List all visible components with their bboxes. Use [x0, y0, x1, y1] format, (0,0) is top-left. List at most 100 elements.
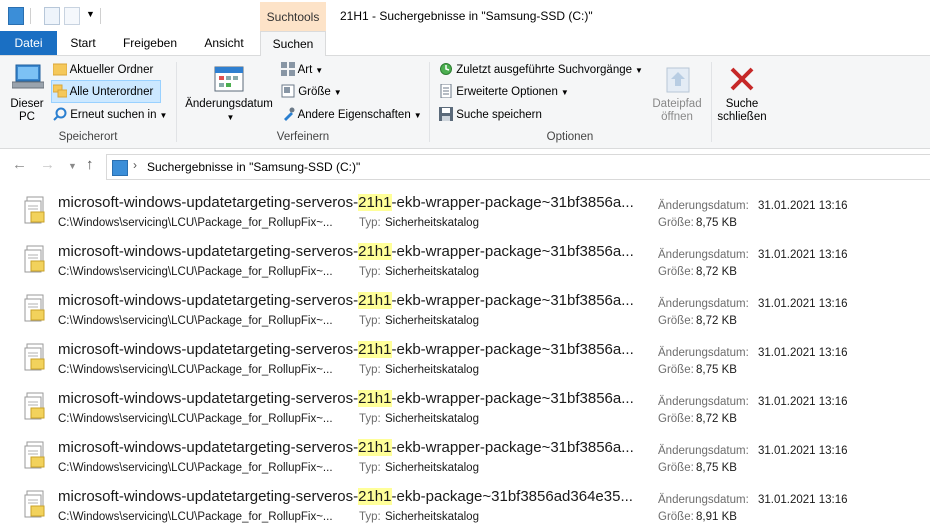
properties-icon[interactable]: [44, 7, 60, 25]
file-name-prefix: microsoft-windows-updatetargeting-server…: [58, 390, 359, 407]
window-title: 21H1 - Suchergebnisse in "Samsung-SSD (C…: [340, 9, 593, 23]
file-name[interactable]: microsoft-windows-updatetargeting-server…: [58, 341, 634, 358]
erneut-suchen-button[interactable]: Erneut suchen in ▼: [53, 107, 167, 121]
list-item[interactable]: microsoft-windows-updatetargeting-server…: [0, 335, 930, 384]
advanced-options-icon: [440, 83, 452, 99]
group-separator: [429, 62, 430, 142]
dateipfad-label-1: Dateipfad: [652, 98, 702, 110]
search-term-highlight: 21h1: [358, 488, 392, 505]
security-catalog-icon: [24, 490, 45, 518]
search-term-highlight: 21h1: [358, 194, 392, 211]
search-term-highlight: 21h1: [358, 243, 392, 260]
alle-unterordner-label: Alle Unterordner: [69, 86, 154, 98]
file-name-suffix: -ekb-wrapper-package~31bf3856a...: [391, 292, 634, 309]
chevron-down-icon: ▼: [333, 88, 342, 97]
tab-ansicht[interactable]: Ansicht: [193, 31, 255, 55]
groesse-button[interactable]: Größe ▼: [281, 84, 342, 98]
file-path: C:\Windows\servicing\LCU\Package_for_Rol…: [58, 217, 333, 229]
tab-freigeben[interactable]: Freigeben: [112, 31, 188, 55]
list-item[interactable]: microsoft-windows-updatetargeting-server…: [0, 188, 930, 237]
file-name-suffix: -ekb-wrapper-package~31bf3856a...: [391, 341, 634, 358]
modified-label: Änderungsdatum:: [658, 200, 749, 212]
file-name[interactable]: microsoft-windows-updatetargeting-server…: [58, 194, 634, 211]
type-label: Typ:: [359, 413, 381, 425]
file-name[interactable]: microsoft-windows-updatetargeting-server…: [58, 488, 633, 505]
file-name-prefix: microsoft-windows-updatetargeting-server…: [58, 194, 359, 211]
folder-icon: [52, 63, 68, 76]
file-name-suffix: -ekb-wrapper-package~31bf3856a...: [391, 243, 634, 260]
address-path: Suchergebnisse in "Samsung-SSD (C:)": [147, 160, 361, 174]
back-arrow-icon[interactable]: ←: [12, 156, 27, 173]
schliessen-label-2: schließen: [717, 111, 767, 123]
file-name-prefix: microsoft-windows-updatetargeting-server…: [58, 488, 359, 505]
size-label: Größe:: [658, 217, 694, 229]
file-name[interactable]: microsoft-windows-updatetargeting-server…: [58, 439, 634, 456]
list-item[interactable]: microsoft-windows-updatetargeting-server…: [0, 482, 930, 531]
forward-arrow-icon[interactable]: →: [40, 156, 55, 173]
list-item[interactable]: microsoft-windows-updatetargeting-server…: [0, 237, 930, 286]
customize-quick-access-icon[interactable]: ▼: [86, 9, 95, 19]
tab-datei[interactable]: Datei: [0, 31, 57, 55]
schliessen-label-1: Suche: [725, 98, 759, 110]
modified-date: 31.01.2021 13:16: [758, 347, 848, 359]
computer-icon: [12, 64, 44, 89]
explorer-folder-icon[interactable]: [8, 7, 24, 25]
modified-date: 31.01.2021 13:16: [758, 298, 848, 310]
file-name[interactable]: microsoft-windows-updatetargeting-server…: [58, 243, 634, 260]
file-path: C:\Windows\servicing\LCU\Package_for_Rol…: [58, 315, 333, 327]
list-item[interactable]: microsoft-windows-updatetargeting-server…: [0, 384, 930, 433]
size-label: Größe:: [658, 413, 694, 425]
file-type: Sicherheitskatalog: [385, 217, 479, 229]
navigation-bar: ← → ▼ ↑ › Suchergebnisse in "Samsung-SSD…: [0, 150, 930, 184]
tab-start[interactable]: Start: [60, 31, 106, 55]
file-path: C:\Windows\servicing\LCU\Package_for_Rol…: [58, 266, 333, 278]
type-label: Typ:: [359, 217, 381, 229]
art-button[interactable]: Art ▼: [281, 62, 323, 76]
alle-unterordner-button[interactable]: Alle Unterordner: [52, 84, 154, 98]
file-name-prefix: microsoft-windows-updatetargeting-server…: [58, 439, 359, 456]
other-properties-icon: [284, 107, 295, 121]
type-label: Typ:: [359, 266, 381, 278]
search-term-highlight: 21h1: [358, 439, 392, 456]
subfolders-icon: [52, 84, 68, 98]
security-catalog-icon: [24, 196, 45, 224]
file-size: 8,72 KB: [696, 315, 737, 327]
file-name-suffix: -ekb-wrapper-package~31bf3856a...: [391, 194, 634, 211]
list-item[interactable]: microsoft-windows-updatetargeting-server…: [0, 286, 930, 335]
file-name[interactable]: microsoft-windows-updatetargeting-server…: [58, 292, 634, 309]
up-arrow-icon[interactable]: ↑: [86, 156, 94, 173]
type-label: Typ:: [359, 364, 381, 376]
type-label: Typ:: [359, 315, 381, 327]
aktueller-ordner-button[interactable]: Aktueller Ordner: [52, 62, 153, 76]
new-folder-icon[interactable]: [64, 7, 80, 25]
breadcrumb-chevron-icon[interactable]: ›: [133, 158, 137, 172]
groesse-label: Größe: [298, 86, 331, 98]
zuletzt-ausgefuehrte-button[interactable]: Zuletzt ausgeführte Suchvorgänge ▼: [439, 62, 643, 76]
file-name-suffix: -ekb-package~31bf3856ad364e35...: [391, 488, 633, 505]
file-size: 8,75 KB: [696, 462, 737, 474]
art-label: Art: [297, 64, 313, 76]
chevron-down-icon: ▼: [226, 113, 235, 122]
andere-eigenschaften-button[interactable]: Andere Eigenschaften ▼: [281, 107, 422, 121]
aenderungsdatum-label: Änderungsdatum: [185, 98, 273, 110]
file-name[interactable]: microsoft-windows-updatetargeting-server…: [58, 390, 634, 407]
file-size: 8,72 KB: [696, 266, 737, 278]
modified-label: Änderungsdatum:: [658, 396, 749, 408]
andere-eigenschaften-label: Andere Eigenschaften: [297, 109, 411, 121]
suche-speichern-button[interactable]: Suche speichern: [439, 107, 542, 121]
recent-locations-chevron-icon[interactable]: ▼: [68, 161, 77, 171]
erweiterte-optionen-button[interactable]: Erweiterte Optionen ▼: [439, 83, 569, 99]
file-type: Sicherheitskatalog: [385, 413, 479, 425]
type-label: Typ:: [359, 462, 381, 474]
address-bar[interactable]: › Suchergebnisse in "Samsung-SSD (C:)": [106, 154, 930, 180]
dateipfad-label-2: öffnen: [661, 111, 693, 123]
chevron-down-icon: ▼: [315, 66, 324, 75]
group-label-optionen: Optionen: [546, 131, 594, 143]
file-name-prefix: microsoft-windows-updatetargeting-server…: [58, 243, 359, 260]
tab-suchen[interactable]: Suchen: [260, 31, 326, 57]
list-item[interactable]: microsoft-windows-updatetargeting-server…: [0, 433, 930, 482]
file-type: Sicherheitskatalog: [385, 315, 479, 327]
security-catalog-icon: [24, 245, 45, 273]
recent-searches-icon: [440, 63, 452, 75]
search-term-highlight: 21h1: [358, 292, 392, 309]
